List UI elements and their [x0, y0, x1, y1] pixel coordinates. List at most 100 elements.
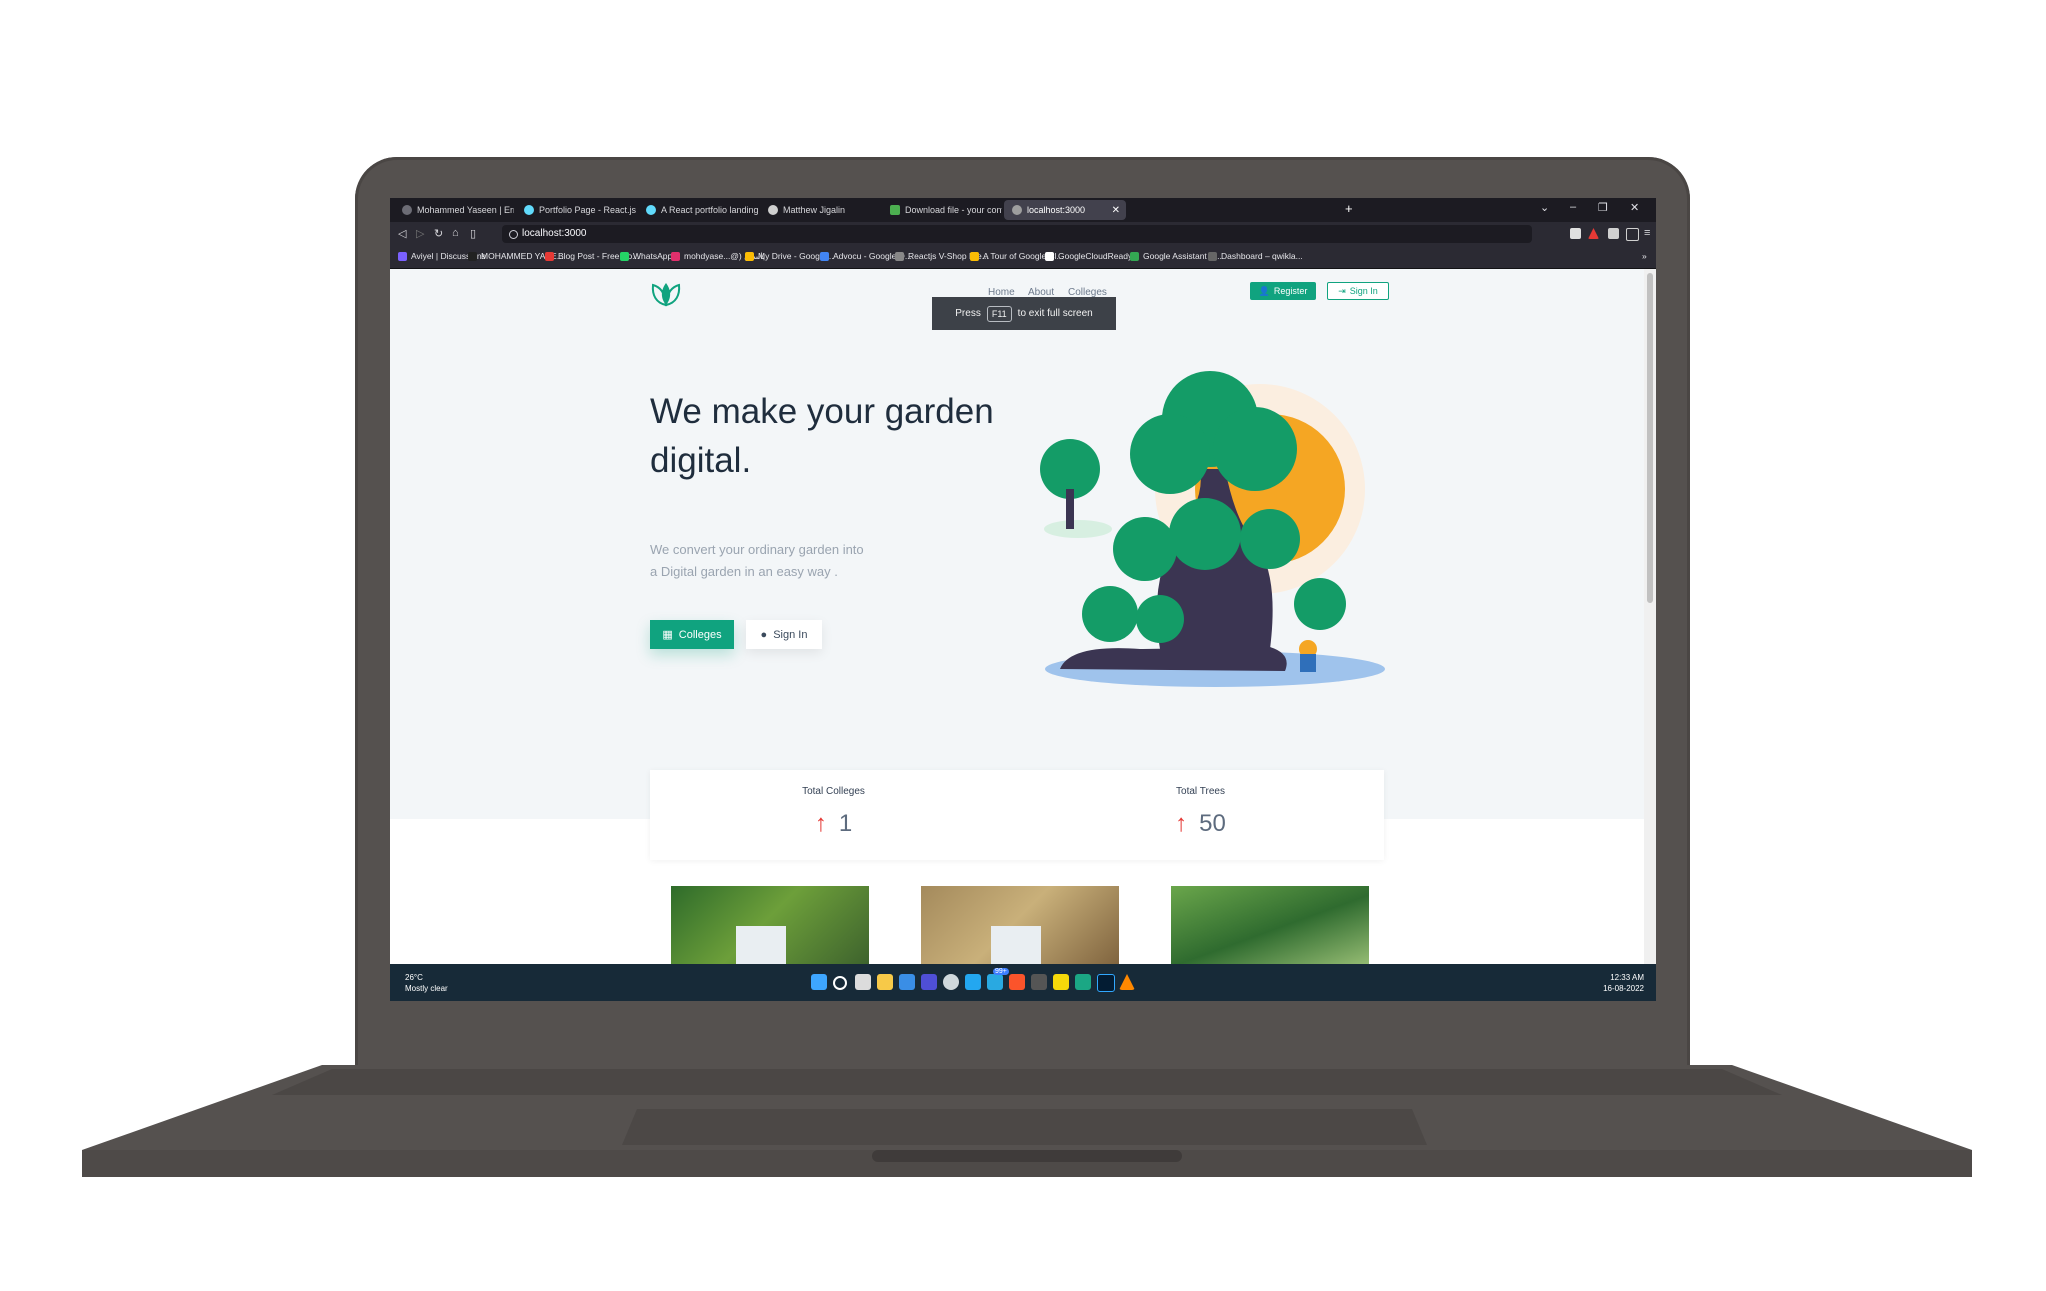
forward-icon[interactable]: ▷: [416, 227, 424, 240]
colleges-label: Colleges: [678, 628, 722, 641]
weather-widget[interactable]: 26°C Mostly clear: [405, 972, 448, 994]
arrow-up-icon: ↑: [814, 810, 827, 837]
shield-icon[interactable]: [1570, 228, 1581, 239]
restore-icon[interactable]: ❐: [1598, 201, 1608, 214]
college-card-image[interactable]: [921, 886, 1119, 964]
bookmark-item[interactable]: GoogleCloudReady...: [1045, 251, 1139, 261]
bookmark-item[interactable]: WhatsApp: [620, 251, 672, 261]
address-bar[interactable]: localhost:3000: [502, 225, 1532, 243]
tab-label: Download file - your conversion was: [905, 205, 1002, 215]
file-explorer-icon[interactable]: [877, 974, 893, 990]
signin-button[interactable]: ● Sign In: [746, 620, 822, 649]
bookmark-favicon-icon: [895, 251, 904, 261]
vlc-icon[interactable]: [1119, 974, 1135, 990]
garden-illustration: [1040, 371, 1385, 687]
close-window-icon[interactable]: ✕: [1630, 201, 1639, 214]
signin-label: Sign In: [773, 628, 808, 641]
tab-active[interactable]: localhost:3000 ✕: [1004, 200, 1126, 220]
bookmark-item[interactable]: Dashboard – qwikla...: [1208, 251, 1303, 261]
sidebar-icon[interactable]: [1626, 228, 1639, 241]
tab-label: Matthew Jigalin: [783, 205, 846, 215]
colleges-button[interactable]: ▦ Colleges: [650, 620, 734, 649]
user-icon: ●: [760, 628, 768, 641]
globe-icon: [509, 230, 518, 239]
app-icon[interactable]: [943, 974, 959, 990]
bookmarks-bar: Aviyel | Discussions MOHAMMED YASE... Blog…: [390, 246, 1656, 269]
menu-icon[interactable]: ≡: [1644, 227, 1650, 239]
browser-toolbar: ◁ ▷ ↻ ⌂ ▯ localhost:3000 ≡: [390, 222, 1656, 246]
tab[interactable]: Mohammed Yaseen | Ernakulam, India: [394, 200, 514, 220]
clock-date: 16-08-2022: [1603, 984, 1644, 993]
clock-time: 12:33 AM: [1610, 973, 1644, 982]
bookmark-label: GoogleCloudReady...: [1058, 251, 1139, 261]
task-view-icon[interactable]: [855, 974, 871, 990]
bookmark-label: WhatsApp: [633, 251, 673, 261]
stat-total-colleges: Total Colleges ↑ 1: [650, 770, 1017, 860]
register-button[interactable]: 👤 Register: [1250, 282, 1316, 300]
arrow-up-icon: ↑: [1175, 810, 1188, 837]
github-favicon-icon: [768, 205, 778, 215]
vscode-icon[interactable]: [965, 974, 981, 990]
scrollbar[interactable]: [1644, 269, 1656, 964]
tab-favicon-icon: [402, 205, 412, 215]
app-icon[interactable]: [1031, 974, 1047, 990]
leaf-logo-icon[interactable]: [650, 281, 682, 307]
react-favicon-icon: [524, 205, 534, 215]
tab[interactable]: Download file - your conversion was: [882, 200, 1002, 220]
start-icon[interactable]: [811, 974, 827, 990]
clock[interactable]: 12:33 AM 16-08-2022: [1603, 972, 1644, 994]
mail-icon[interactable]: [899, 974, 915, 990]
stat-label: Total Trees: [1176, 786, 1225, 797]
stat-value: ↑ 1: [650, 810, 1017, 838]
photoshop-icon[interactable]: [1097, 974, 1115, 992]
new-tab-icon[interactable]: +: [1345, 201, 1353, 216]
hero-subtitle-line: We convert your ordinary garden into: [650, 542, 864, 557]
stat-number: 1: [838, 810, 853, 837]
laptop-base: [82, 1065, 1972, 1177]
tab-label: Portfolio Page - React.js Examples: [539, 205, 636, 215]
weather-temp: 26°C: [405, 973, 423, 982]
toast-text: Press: [955, 308, 981, 319]
scrollbar-thumb[interactable]: [1647, 273, 1653, 603]
hero-subtitle: We convert your ordinary garden into a D…: [650, 539, 910, 583]
chat-icon[interactable]: [987, 974, 1003, 990]
minimize-icon[interactable]: –: [1570, 201, 1576, 213]
close-tab-icon[interactable]: ✕: [1112, 205, 1120, 216]
stat-label: Total Colleges: [802, 786, 865, 797]
bookmark-favicon-icon: [1130, 251, 1139, 261]
college-card-image[interactable]: [1171, 886, 1369, 964]
toast-text: to exit full screen: [1017, 308, 1093, 319]
stat-number: 50: [1199, 810, 1226, 837]
sticky-notes-icon[interactable]: [1053, 974, 1069, 990]
brave-icon[interactable]: [1009, 974, 1025, 990]
bookmark-favicon-icon: [970, 251, 979, 261]
signin-label: Sign In: [1349, 286, 1378, 296]
notification-badge: 99+: [993, 968, 1009, 975]
user-icon: 👤: [1258, 285, 1270, 296]
url-text: localhost:3000: [522, 228, 587, 239]
bookmark-favicon-icon: [1208, 251, 1217, 261]
web-page: Home About Colleges 👤 Register ⇥ Sign In P…: [390, 269, 1644, 964]
reload-icon[interactable]: ↻: [434, 227, 443, 240]
fullscreen-toast: Press F11 to exit full screen: [932, 297, 1116, 330]
tab[interactable]: A React portfolio landing page using: [638, 200, 758, 220]
puzzle-icon[interactable]: [1608, 228, 1619, 239]
more-bookmarks-icon[interactable]: »: [1642, 251, 1647, 261]
react-favicon-icon: [646, 205, 656, 215]
bookmark-icon[interactable]: ▯: [470, 227, 476, 240]
weather-desc: Mostly clear: [405, 984, 448, 993]
signin-top-button[interactable]: ⇥ Sign In: [1327, 282, 1389, 300]
college-card-image[interactable]: [671, 886, 869, 964]
app-icon[interactable]: [921, 974, 937, 990]
stat-value: ↑ 50: [1017, 810, 1384, 838]
tab[interactable]: Matthew Jigalin: [760, 200, 880, 220]
chevron-down-icon[interactable]: ⌄: [1540, 201, 1549, 214]
home-icon[interactable]: ⌂: [452, 227, 459, 239]
search-icon[interactable]: [833, 976, 847, 990]
vscode-icon[interactable]: [1075, 974, 1091, 990]
extension-icon[interactable]: [1588, 228, 1599, 239]
bookmark-favicon-icon: [671, 252, 680, 261]
tab[interactable]: Portfolio Page - React.js Examples: [516, 200, 636, 220]
hero-title: We make your garden digital.: [650, 392, 994, 480]
back-icon[interactable]: ◁: [398, 227, 406, 240]
